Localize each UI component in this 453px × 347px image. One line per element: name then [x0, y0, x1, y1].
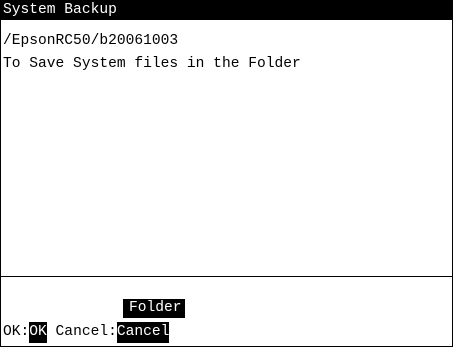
softkey-row: OK:OK Cancel:Cancel: [3, 322, 170, 343]
footer-divider: [1, 276, 452, 277]
backup-path: /EpsonRC50/b20061003: [3, 33, 179, 49]
backup-screen: System Backup /EpsonRC50/b20061003 To Sa…: [0, 0, 453, 347]
instruction-message: To Save System files in the Folder: [3, 56, 301, 72]
ok-button[interactable]: OK: [29, 322, 47, 343]
cancel-button[interactable]: Cancel: [116, 322, 170, 343]
ok-key-label: OK:: [3, 324, 30, 340]
title-bar: System Backup: [1, 1, 452, 20]
folder-button[interactable]: Folder: [123, 299, 185, 318]
cancel-key-label: Cancel:: [46, 324, 117, 340]
